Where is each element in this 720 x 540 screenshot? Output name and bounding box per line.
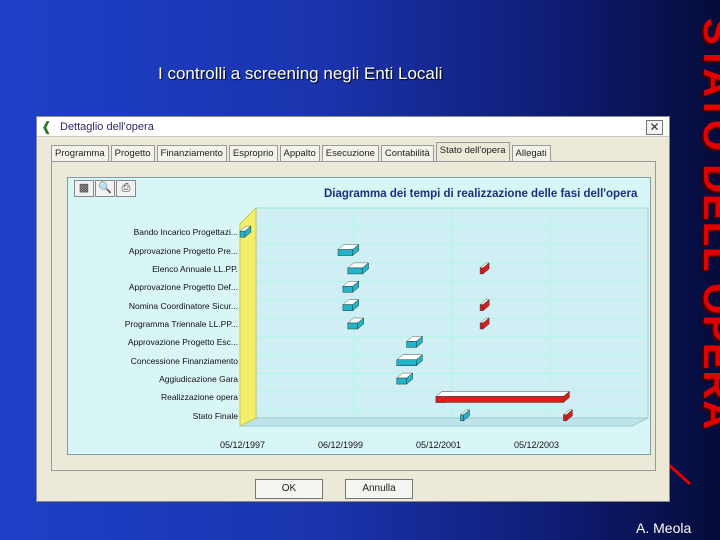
- tab-1[interactable]: Progetto: [110, 145, 155, 161]
- cancel-button[interactable]: Annulla: [345, 479, 413, 499]
- chart-toolbar: ▩ 🔍 ⎙: [74, 180, 136, 197]
- ok-button[interactable]: OK: [255, 479, 323, 499]
- app-icon: ❰: [41, 118, 52, 134]
- detail-window: ❰ Dettaglio dell'opera ✕ Programma Proget…: [36, 116, 670, 502]
- x-tick-label: 05/12/1997: [220, 440, 266, 450]
- tab-3[interactable]: Esproprio: [228, 145, 278, 161]
- task-label: Approvazione Progetto Esc...: [127, 337, 238, 348]
- task-label: Approvazione Progetto Def...: [128, 282, 238, 293]
- tab-6[interactable]: Contabilità: [380, 145, 434, 161]
- zoom-icon[interactable]: 🔍: [95, 180, 115, 197]
- window-title: Dettaglio dell'opera: [60, 120, 154, 133]
- planned-bar: [396, 354, 424, 367]
- slide-title: I controlli a screening negli Enti Local…: [158, 64, 443, 83]
- baseline-wall: [239, 206, 257, 427]
- chart-type-icon[interactable]: ▩: [74, 180, 94, 197]
- task-label: Programma Triennale LL.PP...: [124, 319, 238, 329]
- tab-2[interactable]: Finanziamento: [156, 145, 227, 161]
- tab-7[interactable]: Stato dell'opera: [435, 142, 510, 161]
- side-title: STATO DELL'OPERA: [695, 18, 720, 431]
- chart-title: Diagramma dei tempi di realizzazione del…: [324, 188, 638, 200]
- task-label: Bando Incarico Progettazi...: [133, 227, 238, 238]
- x-tick-label: 05/12/2001: [416, 440, 462, 450]
- close-button[interactable]: ✕: [646, 120, 663, 135]
- gantt-chart: ▩ 🔍 ⎙ Diagramma dei tempi di realizzazio…: [67, 177, 651, 455]
- task-label: Aggiudicazione Gara: [159, 374, 238, 385]
- task-label: Elenco Annuale LL.PP.: [152, 263, 238, 274]
- tab-4[interactable]: Appalto: [279, 145, 320, 161]
- task-label: Nomina Coordinatore Sicur...: [128, 300, 238, 311]
- tab-8[interactable]: Allegati: [511, 145, 551, 161]
- tab-0[interactable]: Programma: [51, 145, 109, 161]
- tab-5[interactable]: Esecuzione: [321, 145, 379, 161]
- plot-floor: [239, 417, 649, 427]
- task-label: Concessione Finanziamento: [130, 355, 238, 366]
- task-label: Stato Finale: [192, 410, 238, 421]
- x-tick-label: 05/12/2003: [514, 440, 560, 450]
- author-label: A. Meola: [636, 520, 692, 536]
- task-label: Realizzazione opera: [160, 392, 238, 403]
- print-icon[interactable]: ⎙: [116, 180, 136, 197]
- actual-bar: [435, 390, 571, 403]
- x-tick-label: 06/12/1999: [318, 440, 364, 450]
- task-label: Approvazione Progetto Pre...: [128, 245, 238, 256]
- window-titlebar[interactable]: ❰ Dettaglio dell'opera: [37, 117, 669, 137]
- chart-canvas: [239, 206, 649, 427]
- tab-bar: Programma Progetto Finanziamento Esproprio A…: [51, 142, 553, 161]
